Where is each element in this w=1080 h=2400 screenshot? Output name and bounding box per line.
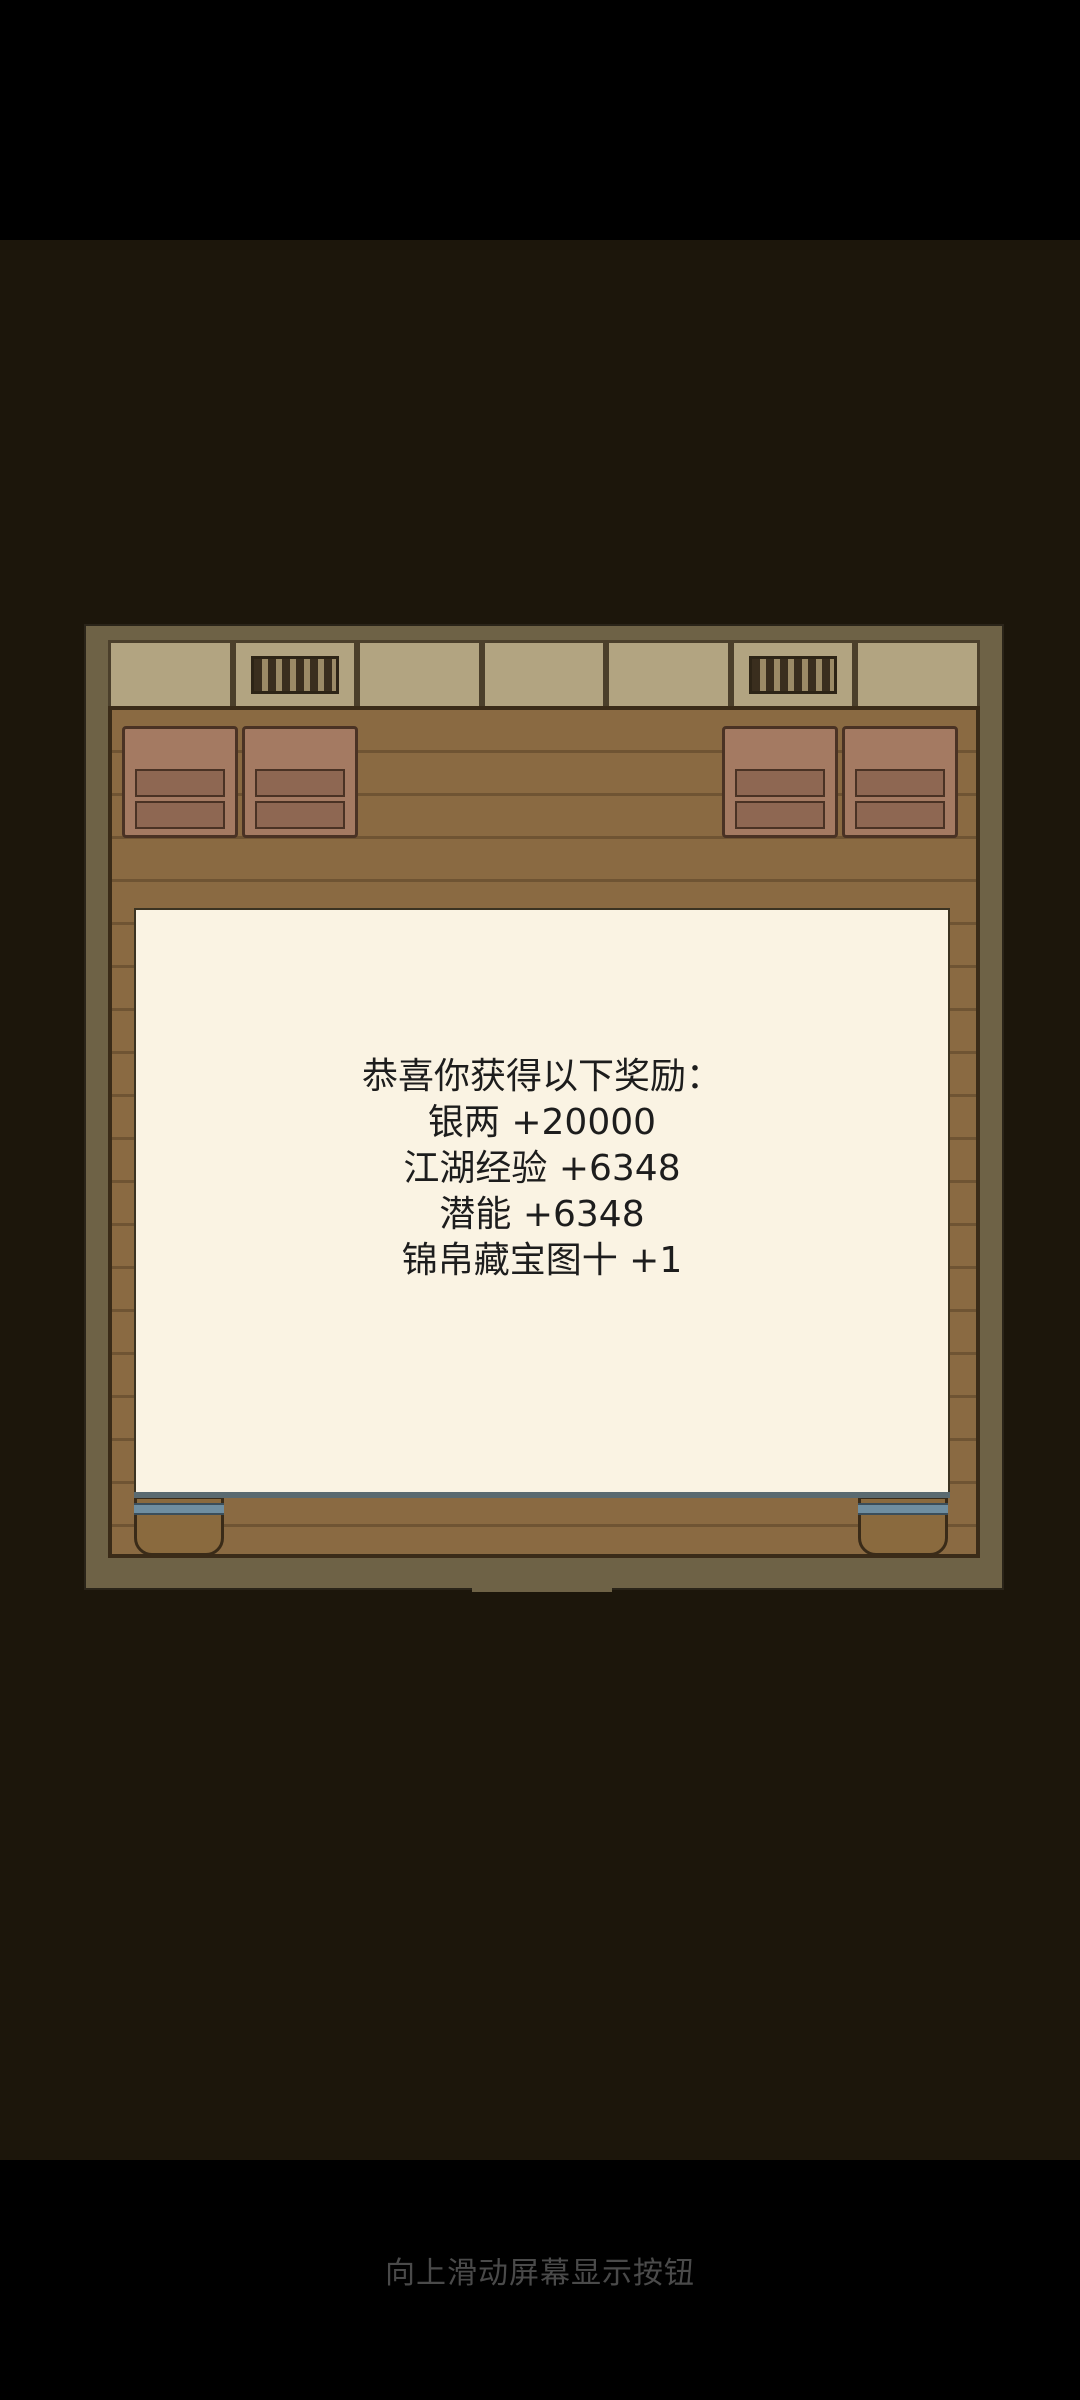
reward-silver: 银两 +20000 xyxy=(427,1102,657,1143)
wall-panel xyxy=(606,640,731,710)
reward-treasure-map: 锦帛藏宝图十 +1 xyxy=(401,1240,683,1281)
reward-title: 恭喜你获得以下奖励： xyxy=(361,1056,722,1097)
wall-panel xyxy=(232,640,358,710)
drawer xyxy=(735,801,825,829)
dresser-icon xyxy=(242,726,358,838)
gesture-hint[interactable]: 向上滑动屏幕显示按钮 xyxy=(0,2248,1080,2292)
wall-panel xyxy=(855,640,981,710)
drawer xyxy=(255,801,345,829)
reward-experience: 江湖经验 +6348 xyxy=(403,1148,681,1189)
drawer xyxy=(135,769,225,797)
drawer xyxy=(255,769,345,797)
status-bar-area xyxy=(0,0,1080,240)
wall-panel xyxy=(730,640,856,710)
dresser-icon xyxy=(122,726,238,838)
wall-panel xyxy=(357,640,482,710)
doorway xyxy=(472,1564,612,1592)
wall-panel xyxy=(108,640,233,710)
drawer xyxy=(855,769,945,797)
reward-potential: 潜能 +6348 xyxy=(439,1194,645,1235)
reward-dialog[interactable]: 恭喜你获得以下奖励： 银两 +20000 江湖经验 +6348 潜能 +6348… xyxy=(134,908,950,1498)
vent-icon xyxy=(250,656,339,694)
reward-text: 恭喜你获得以下奖励： 银两 +20000 江湖经验 +6348 潜能 +6348… xyxy=(136,1054,948,1284)
bucket-icon xyxy=(134,1496,224,1556)
bucket-icon xyxy=(858,1496,948,1556)
room-wall xyxy=(108,640,981,710)
dresser-icon xyxy=(842,726,958,838)
drawer xyxy=(735,769,825,797)
vent-icon xyxy=(749,656,838,694)
wall-panel xyxy=(481,640,607,710)
drawer xyxy=(855,801,945,829)
dresser-icon xyxy=(722,726,838,838)
drawer xyxy=(135,801,225,829)
